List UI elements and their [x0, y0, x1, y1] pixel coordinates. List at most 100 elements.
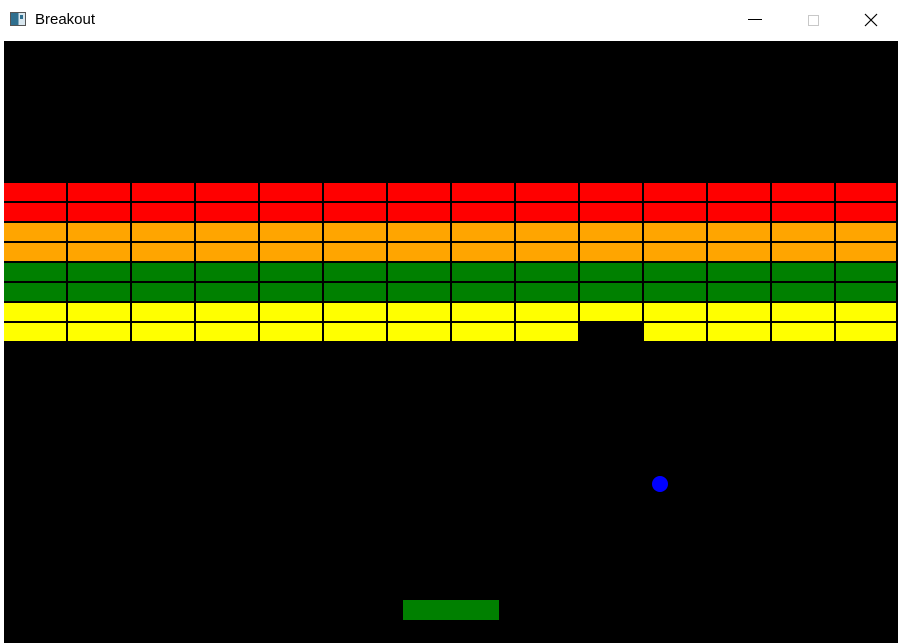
brick	[260, 303, 324, 323]
brick	[452, 283, 516, 303]
brick	[452, 303, 516, 323]
brick	[68, 263, 132, 283]
maximize-button[interactable]	[784, 0, 842, 40]
brick	[772, 203, 836, 223]
brick	[4, 303, 68, 323]
brick	[388, 203, 452, 223]
brick	[132, 203, 196, 223]
brick	[324, 243, 388, 263]
window-title: Breakout	[35, 11, 96, 28]
ball	[652, 476, 668, 492]
brick	[516, 203, 580, 223]
brick	[132, 303, 196, 323]
brick	[260, 263, 324, 283]
brick	[388, 323, 452, 343]
brick	[196, 303, 260, 323]
brick	[388, 263, 452, 283]
brick	[68, 223, 132, 243]
brick	[708, 183, 772, 203]
brick	[4, 223, 68, 243]
brick	[260, 283, 324, 303]
brick	[388, 283, 452, 303]
minimize-button[interactable]	[726, 0, 784, 40]
game-area[interactable]	[4, 41, 898, 643]
brick	[260, 243, 324, 263]
brick	[324, 263, 388, 283]
brick	[388, 183, 452, 203]
brick	[644, 283, 708, 303]
brick	[836, 323, 898, 343]
brick	[260, 203, 324, 223]
brick	[324, 323, 388, 343]
brick	[452, 203, 516, 223]
brick	[772, 263, 836, 283]
brick	[580, 203, 644, 223]
brick	[580, 183, 644, 203]
brick	[516, 263, 580, 283]
brick	[4, 283, 68, 303]
brick	[644, 303, 708, 323]
brick	[708, 223, 772, 243]
brick	[580, 223, 644, 243]
brick	[132, 243, 196, 263]
brick	[388, 223, 452, 243]
brick	[68, 183, 132, 203]
brick	[132, 263, 196, 283]
brick	[516, 183, 580, 203]
brick	[452, 183, 516, 203]
brick	[452, 223, 516, 243]
brick	[260, 183, 324, 203]
brick	[4, 263, 68, 283]
brick	[324, 303, 388, 323]
brick	[772, 223, 836, 243]
brick	[388, 303, 452, 323]
brick	[580, 303, 644, 323]
brick	[132, 223, 196, 243]
brick	[68, 283, 132, 303]
brick	[580, 263, 644, 283]
brick	[836, 303, 898, 323]
minimize-icon	[748, 18, 762, 20]
brick	[516, 243, 580, 263]
brick	[708, 303, 772, 323]
brick	[516, 323, 580, 343]
brick	[772, 243, 836, 263]
brick	[580, 243, 644, 263]
brick	[772, 323, 836, 343]
brick	[644, 243, 708, 263]
brick	[708, 203, 772, 223]
brick	[324, 183, 388, 203]
brick	[644, 223, 708, 243]
brick	[772, 303, 836, 323]
brick	[68, 323, 132, 343]
paddle[interactable]	[403, 600, 499, 620]
brick	[836, 283, 898, 303]
brick	[4, 243, 68, 263]
brick	[644, 263, 708, 283]
brick	[132, 283, 196, 303]
brick	[644, 183, 708, 203]
brick	[196, 283, 260, 303]
app-window-icon	[10, 12, 26, 26]
title-bar[interactable]: Breakout	[0, 0, 904, 40]
brick	[452, 323, 516, 343]
brick	[452, 263, 516, 283]
close-button[interactable]	[842, 0, 900, 40]
brick	[196, 243, 260, 263]
brick	[708, 243, 772, 263]
brick	[196, 203, 260, 223]
brick	[836, 203, 898, 223]
brick	[196, 183, 260, 203]
brick	[644, 203, 708, 223]
brick	[708, 283, 772, 303]
brick	[708, 263, 772, 283]
brick	[324, 203, 388, 223]
brick	[196, 323, 260, 343]
brick	[132, 323, 196, 343]
brick	[324, 223, 388, 243]
brick	[836, 263, 898, 283]
maximize-icon	[807, 14, 819, 26]
brick	[516, 283, 580, 303]
brick	[644, 323, 708, 343]
brick	[4, 203, 68, 223]
